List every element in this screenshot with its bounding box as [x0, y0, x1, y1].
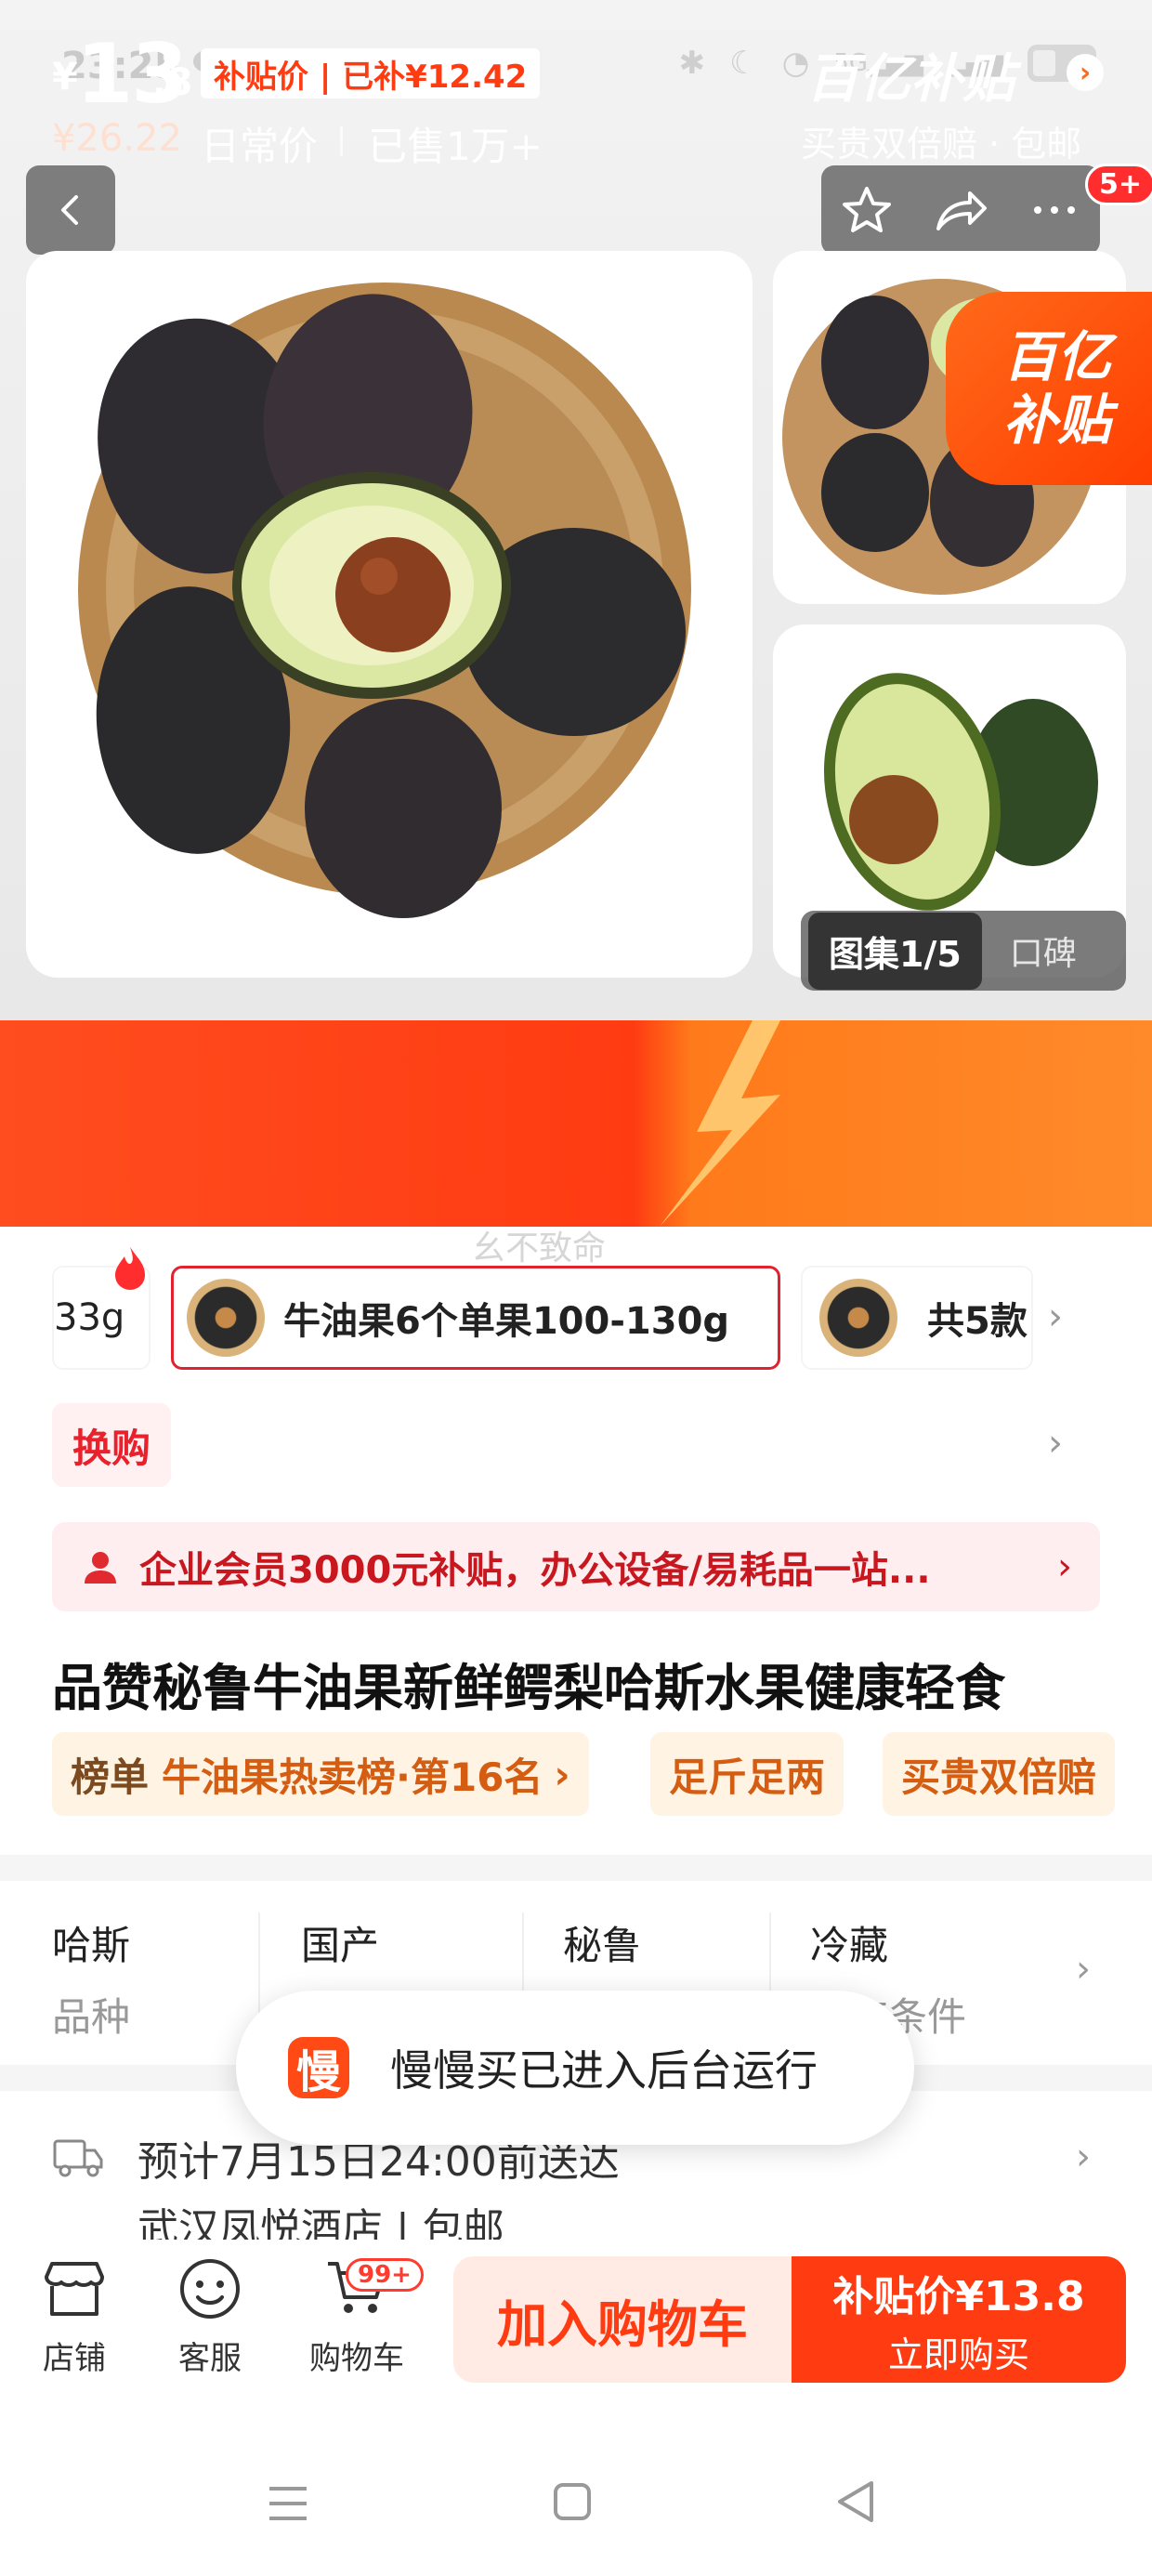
full-weight-label: 足斤足两 [669, 1754, 826, 1800]
store-label: 店铺 [43, 2340, 106, 2377]
chevron-left-icon [61, 195, 78, 225]
original-price: ¥26.22 [52, 117, 182, 160]
buy-price-label: 补贴价¥13.8 [832, 2272, 1085, 2320]
product-title: 品赞秘鲁牛油果新鲜鳄梨哈斯水果健康轻食 [52, 1659, 1005, 1717]
spec-value: 秘鲁 [563, 1923, 642, 1968]
section-divider [0, 1855, 1152, 1881]
spec-value: 国产 [301, 1923, 380, 1968]
delivery-chevron-right-icon[interactable]: › [1076, 2136, 1091, 2178]
sku-thumbnail [187, 1279, 265, 1357]
moon-icon: ☾ [729, 45, 758, 82]
gallery-switcher: 图集1/5 口碑 [801, 911, 1126, 991]
store-icon [45, 2262, 104, 2316]
hot-flame-icon [115, 1247, 145, 1290]
sku-selected-label: 牛油果6个单果100-130g [283, 1300, 730, 1343]
sku-option-label: 33g [54, 1296, 125, 1339]
exchange-purchase-tag[interactable]: 换购 [52, 1403, 172, 1487]
full-weight-tag: 足斤足两 [650, 1732, 844, 1816]
sku-chevron-right-icon[interactable]: › [1048, 1295, 1063, 1338]
sku-option-selected[interactable]: 牛油果6个单果100-130g [171, 1266, 780, 1370]
subsidy-badge-line1: 百亿 [1002, 325, 1111, 388]
sku-total-label: 共5款 [927, 1300, 1028, 1343]
sku-thumbnail-all [819, 1279, 897, 1357]
customer-service-button[interactable]: 客服 [154, 2251, 266, 2378]
spec-key: 品种 [52, 1994, 131, 2040]
subsidy-badge: 百亿 补贴 [946, 292, 1152, 485]
spec-value: 冷藏 [810, 1923, 889, 1968]
price-guarantee-label: 买贵双倍赔 [901, 1754, 1097, 1800]
background-running-toast: 慢 慢慢买已进入后台运行 [236, 1991, 914, 2145]
delivery-truck-icon [53, 2139, 103, 2177]
service-smile-icon [180, 2259, 240, 2319]
add-to-cart-button[interactable]: 加入购物车 [453, 2256, 792, 2383]
price-currency: ¥ [52, 56, 78, 99]
gallery-counter-tab[interactable]: 图集1/5 [808, 912, 982, 990]
watermark-text: 幺不致命 [472, 1229, 607, 1268]
wifi-icon: ◔ [781, 45, 810, 82]
subsidy-price-tag: 补贴价 | 已补¥12.42 [201, 48, 541, 99]
price-decimal: .8 [152, 61, 193, 104]
service-label: 客服 [178, 2340, 242, 2377]
ranking-value: 牛油果热卖榜·第16名 [162, 1754, 543, 1800]
exchange-chevron-right-icon[interactable]: › [1048, 1422, 1063, 1465]
vip-chevron-right-icon: › [1057, 1545, 1072, 1588]
avocado-basket-image [78, 283, 691, 918]
cart-count-badge: 99+ [346, 2258, 424, 2292]
price-separator [340, 126, 343, 156]
toast-message: 慢慢买已进入后台运行 [390, 2045, 818, 2096]
ranking-chevron-icon: › [554, 1751, 570, 1797]
buy-now-label: 立即购买 [887, 2333, 1029, 2375]
price-banner [0, 1020, 1152, 1227]
daily-price-label: 日常价 [201, 124, 319, 169]
manmanmai-logo-icon: 慢 [288, 2037, 349, 2098]
buy-now-button[interactable]: 补贴价¥13.8 立即购买 [792, 2256, 1126, 2383]
store-button[interactable]: 店铺 [19, 2251, 130, 2378]
subsidy-program-subtitle: 买贵双倍赔 · 包邮 [801, 124, 1082, 164]
back-button[interactable] [26, 165, 115, 255]
sold-count: 已售1万+ [368, 124, 543, 169]
more-icon[interactable] [1028, 184, 1080, 236]
chevron-right-icon[interactable]: › [1067, 54, 1104, 91]
lightning-decoration-icon [660, 1020, 780, 1227]
cart-label: 购物车 [309, 2340, 404, 2377]
subsidy-badge-line2: 补贴 [1002, 388, 1111, 452]
header-actions [821, 165, 1100, 255]
enterprise-member-banner[interactable]: 企业会员3000元补贴，办公设备/易耗品一站... › [52, 1522, 1100, 1611]
sku-all-options[interactable]: 共5款 [801, 1266, 1033, 1370]
price-guarantee-tag: 买贵双倍赔 [883, 1732, 1116, 1816]
ranking-tag[interactable]: 榜单 牛油果热卖榜·第16名 › [52, 1732, 589, 1816]
user-icon [85, 1552, 116, 1584]
enterprise-member-text: 企业会员3000元补贴，办公设备/易耗品一站... [139, 1549, 931, 1592]
back-triangle-icon[interactable] [834, 2479, 877, 2524]
spec-value: 哈斯 [52, 1923, 131, 1968]
main-product-image[interactable] [26, 251, 753, 978]
home-square-icon[interactable] [552, 2481, 593, 2522]
subsidy-program-title[interactable]: 百亿补贴 [806, 37, 1015, 112]
menu-icon[interactable] [266, 2483, 310, 2524]
ranking-key: 榜单 [71, 1754, 150, 1800]
share-icon[interactable] [933, 184, 988, 236]
reviews-tab[interactable]: 口碑 [1010, 927, 1077, 975]
specs-chevron-right-icon[interactable]: › [1076, 1948, 1091, 1991]
spec-variety[interactable]: 哈斯 品种 [52, 1914, 130, 2043]
system-navigation-bar [0, 2435, 1152, 2576]
star-icon[interactable] [841, 184, 893, 236]
more-badge: 5+ [1085, 164, 1152, 205]
bluetooth-icon: ✱ [678, 45, 706, 82]
